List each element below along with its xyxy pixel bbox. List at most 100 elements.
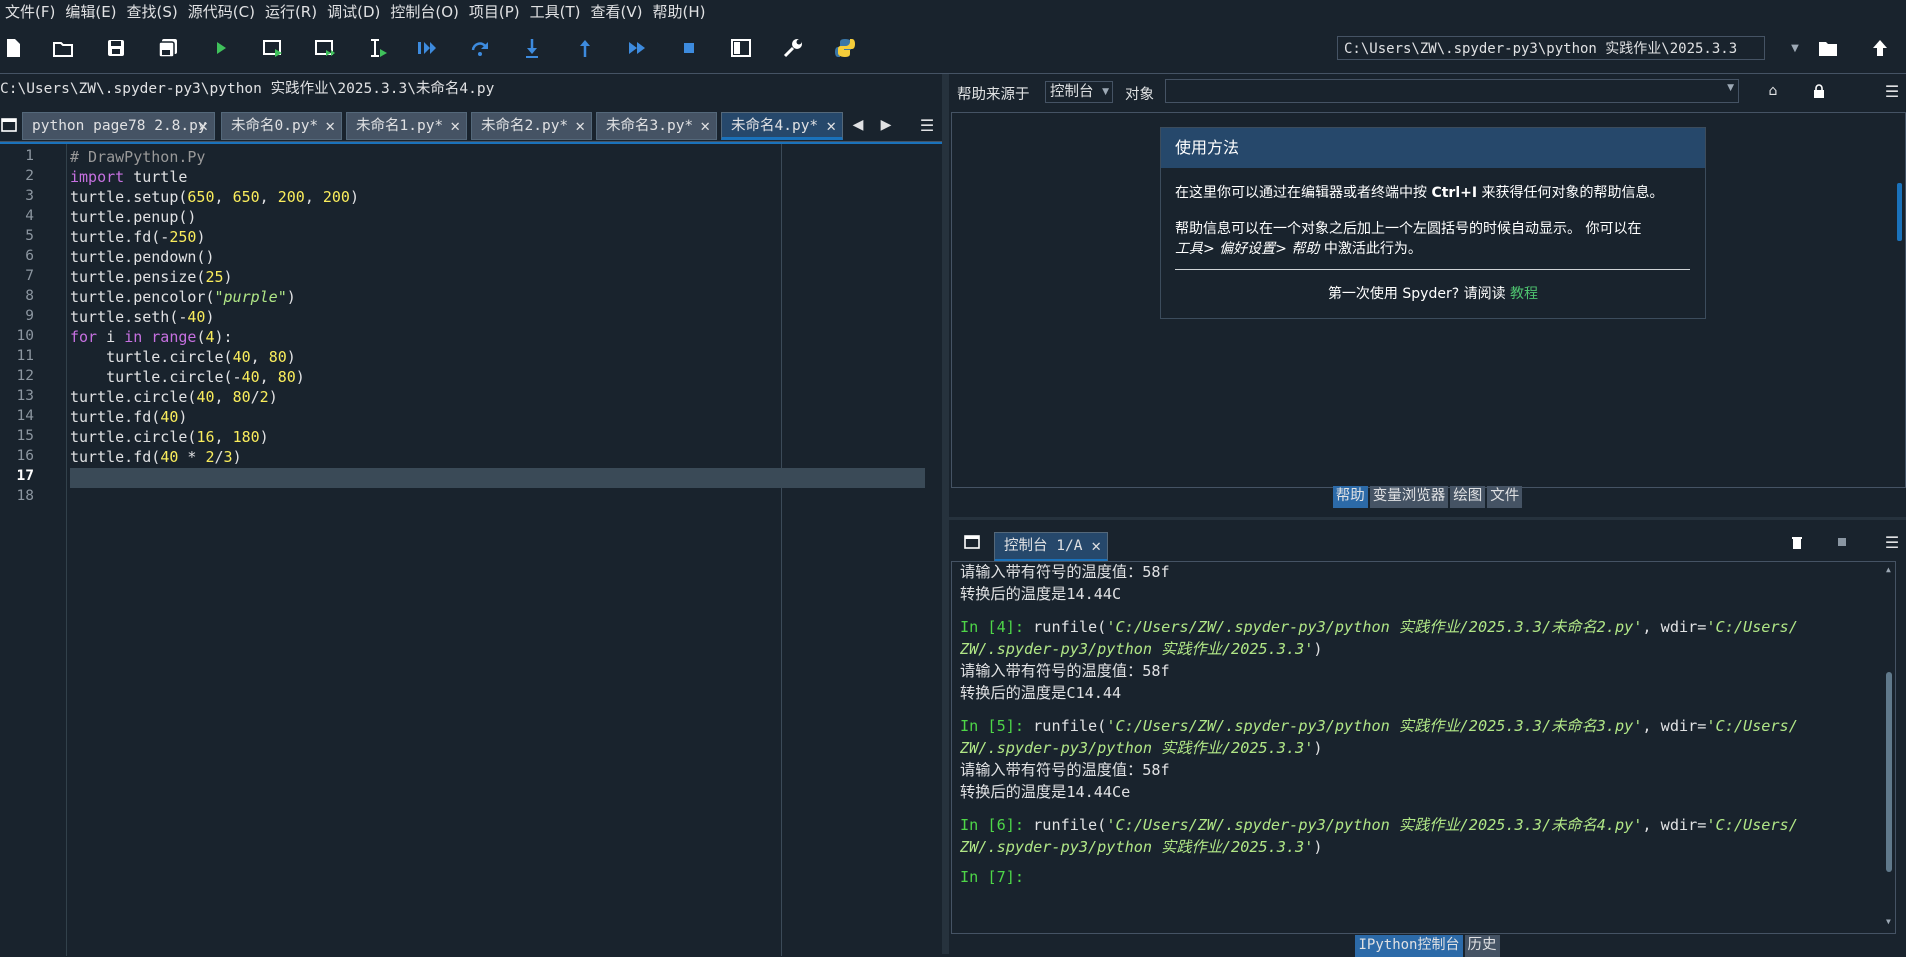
- help-paragraph: 工具> 偏好设置> 帮助 中激活此行为。: [1175, 238, 1422, 258]
- menu-edit[interactable]: 编辑(E): [60, 1, 121, 22]
- code-text: ): [286, 288, 296, 306]
- browse-folder-icon[interactable]: [1813, 33, 1843, 63]
- code-line: turtle.seth(-40): [70, 308, 215, 326]
- console-text: ): [1313, 838, 1323, 856]
- stop-icon[interactable]: [674, 33, 704, 63]
- tutorial-link[interactable]: 教程: [1510, 286, 1538, 302]
- close-icon[interactable]: ✕: [575, 113, 585, 139]
- menu-debug[interactable]: 调试(D): [322, 1, 385, 22]
- tab-variable-explorer[interactable]: 变量浏览器: [1369, 486, 1449, 508]
- code-line: for i in range(4):: [70, 328, 233, 346]
- line-number: 16: [16, 448, 34, 464]
- menu-tools[interactable]: 工具(T): [525, 1, 586, 22]
- close-icon[interactable]: ✕: [700, 113, 710, 139]
- run-selection-icon[interactable]: [362, 33, 392, 63]
- step-out-icon[interactable]: [570, 33, 600, 63]
- menu-source[interactable]: 源代码(C): [183, 1, 260, 22]
- parent-directory-icon[interactable]: [1865, 33, 1895, 63]
- tab-untitled3[interactable]: 未命名3.py* ✕: [596, 112, 717, 140]
- code-editor[interactable]: 1 2 3 4 5 6 7 8 9 10 11 12 13 14 15 16 1…: [0, 142, 942, 956]
- preferences-wrench-icon[interactable]: [778, 33, 808, 63]
- close-icon[interactable]: ✕: [1091, 533, 1101, 559]
- maximize-pane-icon[interactable]: [726, 33, 756, 63]
- open-file-icon[interactable]: [48, 33, 78, 63]
- chevron-down-icon[interactable]: ▼: [1788, 36, 1802, 60]
- number: 2: [259, 388, 269, 406]
- debug-icon[interactable]: [412, 33, 442, 63]
- scroll-up-icon[interactable]: ▲: [1886, 565, 1891, 574]
- home-icon[interactable]: ⌂: [1765, 83, 1781, 99]
- tab-console-1[interactable]: 控制台 1/A ✕: [994, 532, 1108, 562]
- code-text: *: [178, 448, 206, 466]
- close-icon[interactable]: ✕: [198, 113, 208, 139]
- help-source-value: 控制台: [1050, 84, 1094, 100]
- console-line: In [5]: runfile('C:/Users/ZW/.spyder-py3…: [960, 714, 1798, 736]
- browse-tabs-icon[interactable]: [0, 115, 18, 135]
- run-cell-icon[interactable]: [258, 33, 288, 63]
- console-string: ZW/.spyder-py3/python 实践作业/2025.3.3': [960, 640, 1314, 658]
- tab-files[interactable]: 文件: [1487, 486, 1523, 508]
- help-source-select[interactable]: 控制台 ▼: [1045, 81, 1113, 103]
- console-text: , wdir=: [1642, 618, 1707, 636]
- menu-projects[interactable]: 项目(P): [464, 1, 525, 22]
- close-icon[interactable]: ✕: [325, 113, 335, 139]
- interrupt-stop-icon[interactable]: [1834, 534, 1850, 550]
- menu-run[interactable]: 运行(R): [260, 1, 322, 22]
- string: "purple": [214, 288, 287, 306]
- browse-tabs-icon[interactable]: [963, 533, 981, 551]
- help-object-input[interactable]: ▼: [1165, 79, 1739, 103]
- tab-help[interactable]: 帮助: [1332, 486, 1368, 508]
- menu-help[interactable]: 帮助(H): [647, 1, 710, 22]
- number: 40: [241, 368, 260, 386]
- step-over-icon[interactable]: [465, 33, 495, 63]
- menu-view[interactable]: 查看(V): [586, 1, 648, 22]
- tab-untitled1[interactable]: 未命名1.py* ✕: [346, 112, 467, 140]
- console-string: ZW/.spyder-py3/python 实践作业/2025.3.3': [960, 838, 1314, 856]
- tab-label: 未命名0.py*: [231, 118, 319, 134]
- new-file-icon[interactable]: [0, 33, 28, 63]
- console-string: 'C:/Users/ZW/.spyder-py3/python 实践作业/202…: [1106, 717, 1643, 735]
- code-text: ):: [214, 328, 233, 346]
- save-icon[interactable]: [101, 33, 131, 63]
- console-line: 转换后的温度是14.44Ce: [960, 783, 1131, 801]
- continue-icon[interactable]: [622, 33, 652, 63]
- close-icon[interactable]: ✕: [826, 113, 836, 139]
- line-number: 4: [25, 208, 34, 224]
- options-menu-icon[interactable]: ☰: [1883, 533, 1901, 552]
- tab-untitled4[interactable]: 未命名4.py* ✕: [721, 112, 843, 140]
- python-path-icon[interactable]: [830, 33, 860, 63]
- number: 200: [322, 188, 350, 206]
- remove-trash-icon[interactable]: [1789, 534, 1805, 550]
- line-number: 11: [16, 348, 34, 364]
- working-directory-combo[interactable]: C:\Users\ZW\.spyder-py3\python 实践作业\2025…: [1337, 36, 1765, 60]
- tab-python-page78[interactable]: python page78 2.8.py ✕: [22, 112, 215, 140]
- options-menu-icon[interactable]: ☰: [918, 115, 936, 135]
- run-cell-advance-icon[interactable]: [310, 33, 340, 63]
- options-menu-icon[interactable]: ☰: [1883, 82, 1901, 101]
- vertical-splitter[interactable]: [942, 74, 949, 954]
- save-all-icon[interactable]: [153, 33, 183, 63]
- console-scrollbar[interactable]: ▲ ▼: [1884, 562, 1894, 933]
- help-scrollbar[interactable]: [1897, 183, 1902, 241]
- menu-search[interactable]: 查找(S): [122, 1, 183, 22]
- code-line: turtle.pensize(25): [70, 268, 233, 286]
- run-icon[interactable]: [206, 33, 236, 63]
- scroll-down-icon[interactable]: ▼: [1886, 917, 1891, 926]
- menu-file[interactable]: 文件(F): [0, 1, 60, 22]
- tab-scroll-right-icon[interactable]: ▶: [878, 115, 894, 135]
- console-line: In [4]: runfile('C:/Users/ZW/.spyder-py3…: [960, 615, 1798, 637]
- tab-scroll-left-icon[interactable]: ◀: [850, 115, 866, 135]
- close-icon[interactable]: ✕: [450, 113, 460, 139]
- menu-consoles[interactable]: 控制台(O): [385, 1, 464, 22]
- scrollbar-handle[interactable]: [1886, 672, 1892, 872]
- step-into-icon[interactable]: [517, 33, 547, 63]
- number: 4: [205, 328, 215, 346]
- lock-icon[interactable]: [1811, 82, 1827, 100]
- tab-untitled0[interactable]: 未命名0.py* ✕: [221, 112, 342, 140]
- comment: # DrawPython.Py: [70, 148, 206, 166]
- code-text: ): [259, 428, 269, 446]
- ipython-console-output[interactable]: 请输入带有符号的温度值：58f 转换后的温度是14.44C In [4]: ru…: [951, 561, 1896, 934]
- tab-untitled2[interactable]: 未命名2.py* ✕: [471, 112, 592, 140]
- tab-plots[interactable]: 绘图: [1450, 486, 1486, 508]
